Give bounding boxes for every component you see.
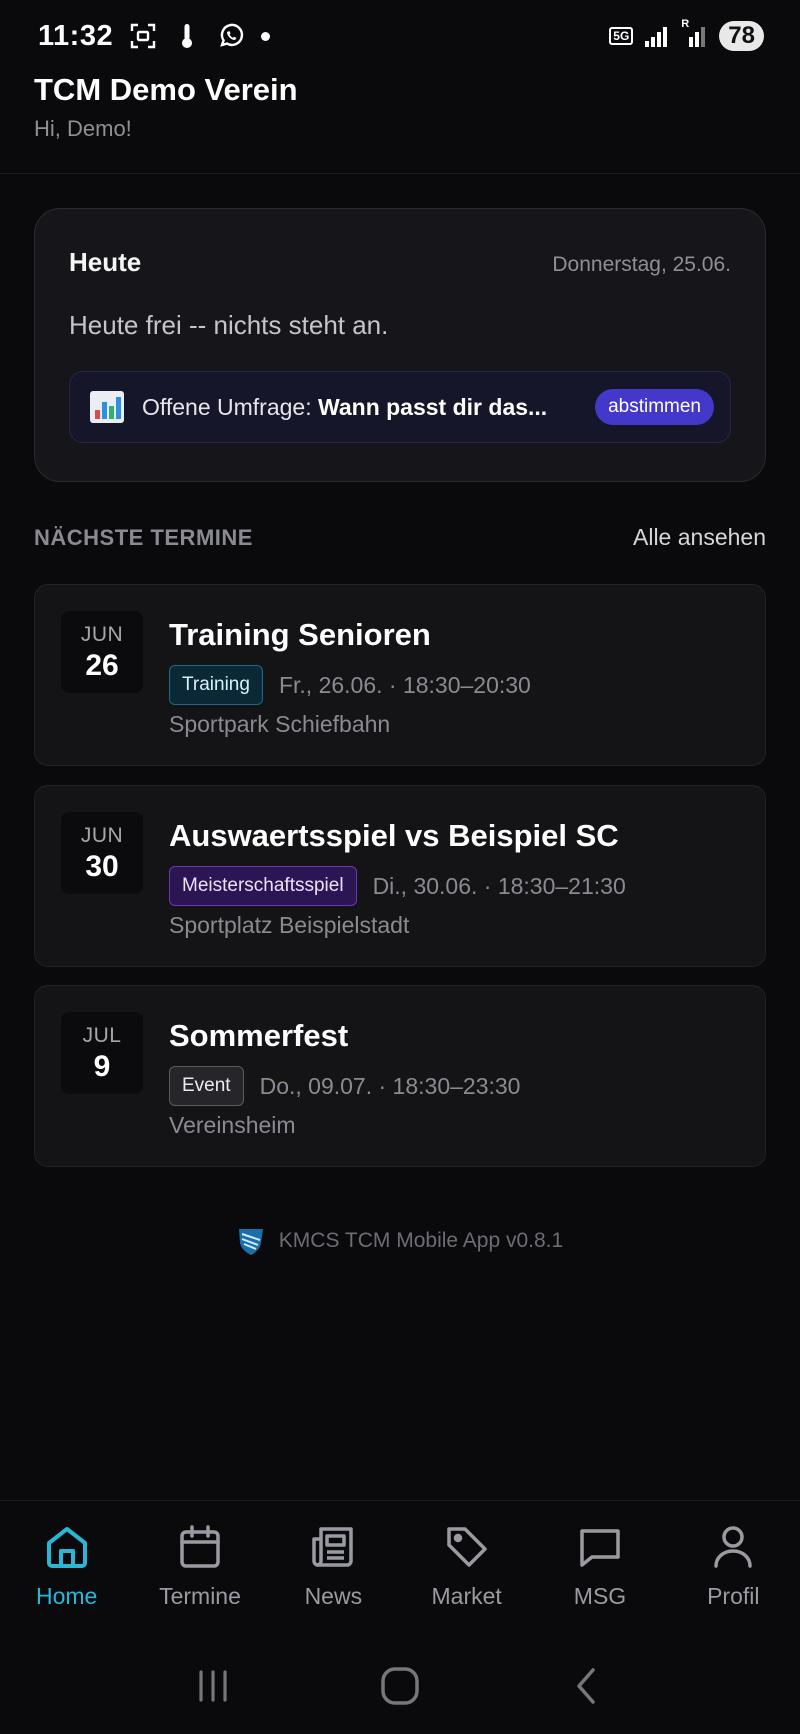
poll-text: Offene Umfrage: Wann passt dir das... (142, 394, 579, 421)
upcoming-section-header: NÄCHSTE TERMINE Alle ansehen (34, 524, 766, 551)
event-time: Fr., 26.06. · 18:30–20:30 (278, 671, 531, 698)
event-month: JUN (80, 824, 124, 847)
status-right: 5G R 78 (609, 18, 764, 51)
signal-roaming-icon: R (681, 18, 709, 50)
nav-msg[interactable]: MSG (533, 1501, 666, 1638)
nav-profil[interactable]: Profil (667, 1501, 800, 1638)
today-card: Heute Donnerstag, 25.06. Heute frei -- n… (34, 208, 766, 482)
nav-label: MSG (573, 1583, 627, 1609)
event-card[interactable]: JUL 9 Sommerfest Event Do., 09.07. · 18:… (34, 985, 766, 1167)
nav-market[interactable]: Market (400, 1501, 533, 1638)
nav-label: Market (431, 1583, 502, 1609)
event-date-box: JUN 30 (61, 812, 143, 894)
open-poll-banner[interactable]: Offene Umfrage: Wann passt dir das... ab… (69, 371, 731, 443)
event-type-badge: Training (169, 665, 263, 705)
event-date-box: JUL 9 (61, 1012, 143, 1094)
newspaper-icon (312, 1527, 354, 1567)
section-title: NÄCHSTE TERMINE (34, 524, 253, 550)
event-day: 9 (93, 1050, 111, 1083)
battery-indicator: 78 (719, 21, 764, 51)
event-card[interactable]: JUN 26 Training Senioren Training Fr., 2… (34, 584, 766, 766)
nav-label: Termine (159, 1583, 241, 1609)
home-button-icon[interactable] (378, 1664, 422, 1708)
event-meta: Training Fr., 26.06. · 18:30–20:30 (169, 665, 531, 705)
today-header: Heute Donnerstag, 25.06. (69, 247, 731, 278)
event-date-box: JUN 26 (61, 611, 143, 693)
event-month: JUN (80, 623, 124, 646)
event-meta: Event Do., 09.07. · 18:30–23:30 (169, 1066, 520, 1106)
screenshot-icon (129, 22, 157, 50)
back-icon[interactable] (567, 1666, 607, 1706)
home-icon (46, 1527, 87, 1568)
network-5g-icon: 5G (609, 27, 634, 45)
event-month: JUL (82, 1024, 122, 1047)
event-location: Sportplatz Beispielstadt (169, 912, 410, 938)
view-all-link[interactable]: Alle ansehen (633, 524, 766, 551)
calendar-icon (180, 1525, 220, 1568)
nav-label: News (304, 1583, 363, 1609)
event-card[interactable]: JUN 30 Auswaertsspiel vs Beispiel SC Mei… (34, 785, 766, 967)
event-type-badge: Event (169, 1066, 244, 1106)
club-title: TCM Demo Verein (34, 72, 298, 107)
tag-icon (446, 1527, 487, 1567)
nav-termine[interactable]: Termine (133, 1501, 266, 1638)
signal-icon (643, 22, 671, 50)
version-text: KMCS TCM Mobile App v0.8.1 (278, 1229, 564, 1252)
bar-chart-icon (90, 391, 124, 423)
vote-button[interactable]: abstimmen (595, 389, 714, 425)
status-bar: 11:32 5G R 78 (0, 0, 800, 72)
today-date: Donnerstag, 25.06. (552, 253, 731, 276)
greeting: Hi, Demo! (34, 116, 132, 141)
event-title: Training Senioren (169, 617, 431, 652)
app-version-footer: KMCS TCM Mobile App v0.8.1 (0, 1226, 800, 1256)
event-location: Vereinsheim (169, 1112, 296, 1138)
chat-icon (580, 1529, 620, 1567)
nav-news[interactable]: News (267, 1501, 400, 1638)
recent-apps-icon[interactable] (193, 1666, 233, 1706)
event-location: Sportpark Schiefbahn (169, 711, 391, 737)
roaming-label: R (681, 18, 690, 30)
nav-home[interactable]: Home (0, 1501, 133, 1638)
whatsapp-icon (217, 22, 245, 50)
kmcs-logo-icon (238, 1229, 263, 1255)
event-type-badge: Meisterschaftsspiel (169, 866, 357, 906)
thermometer-icon (173, 22, 201, 50)
nav-label: Home (35, 1583, 98, 1609)
app-header: TCM Demo Verein Hi, Demo! (0, 72, 800, 174)
event-meta: Meisterschaftsspiel Di., 30.06. · 18:30–… (169, 866, 626, 906)
event-title: Sommerfest (169, 1018, 349, 1053)
event-title: Auswaertsspiel vs Beispiel SC (169, 818, 619, 853)
event-time: Di., 30.06. · 18:30–21:30 (372, 872, 626, 899)
event-day: 30 (85, 850, 119, 883)
poll-question: Wann passt dir das... (318, 393, 548, 420)
today-message: Heute frei -- nichts steht an. (69, 310, 389, 340)
today-title: Heute (69, 247, 142, 277)
system-nav-bar (0, 1638, 800, 1734)
user-icon (714, 1526, 753, 1568)
bottom-nav: Home Termine News Market MSG Profil (0, 1500, 800, 1638)
notification-dot-icon (261, 31, 271, 41)
event-day: 26 (85, 649, 119, 682)
poll-prefix: Offene Umfrage: (142, 393, 318, 420)
status-left: 11:32 (38, 19, 271, 53)
status-time: 11:32 (38, 19, 114, 52)
nav-label: Profil (707, 1583, 760, 1609)
event-time: Do., 09.07. · 18:30–23:30 (259, 1072, 521, 1099)
